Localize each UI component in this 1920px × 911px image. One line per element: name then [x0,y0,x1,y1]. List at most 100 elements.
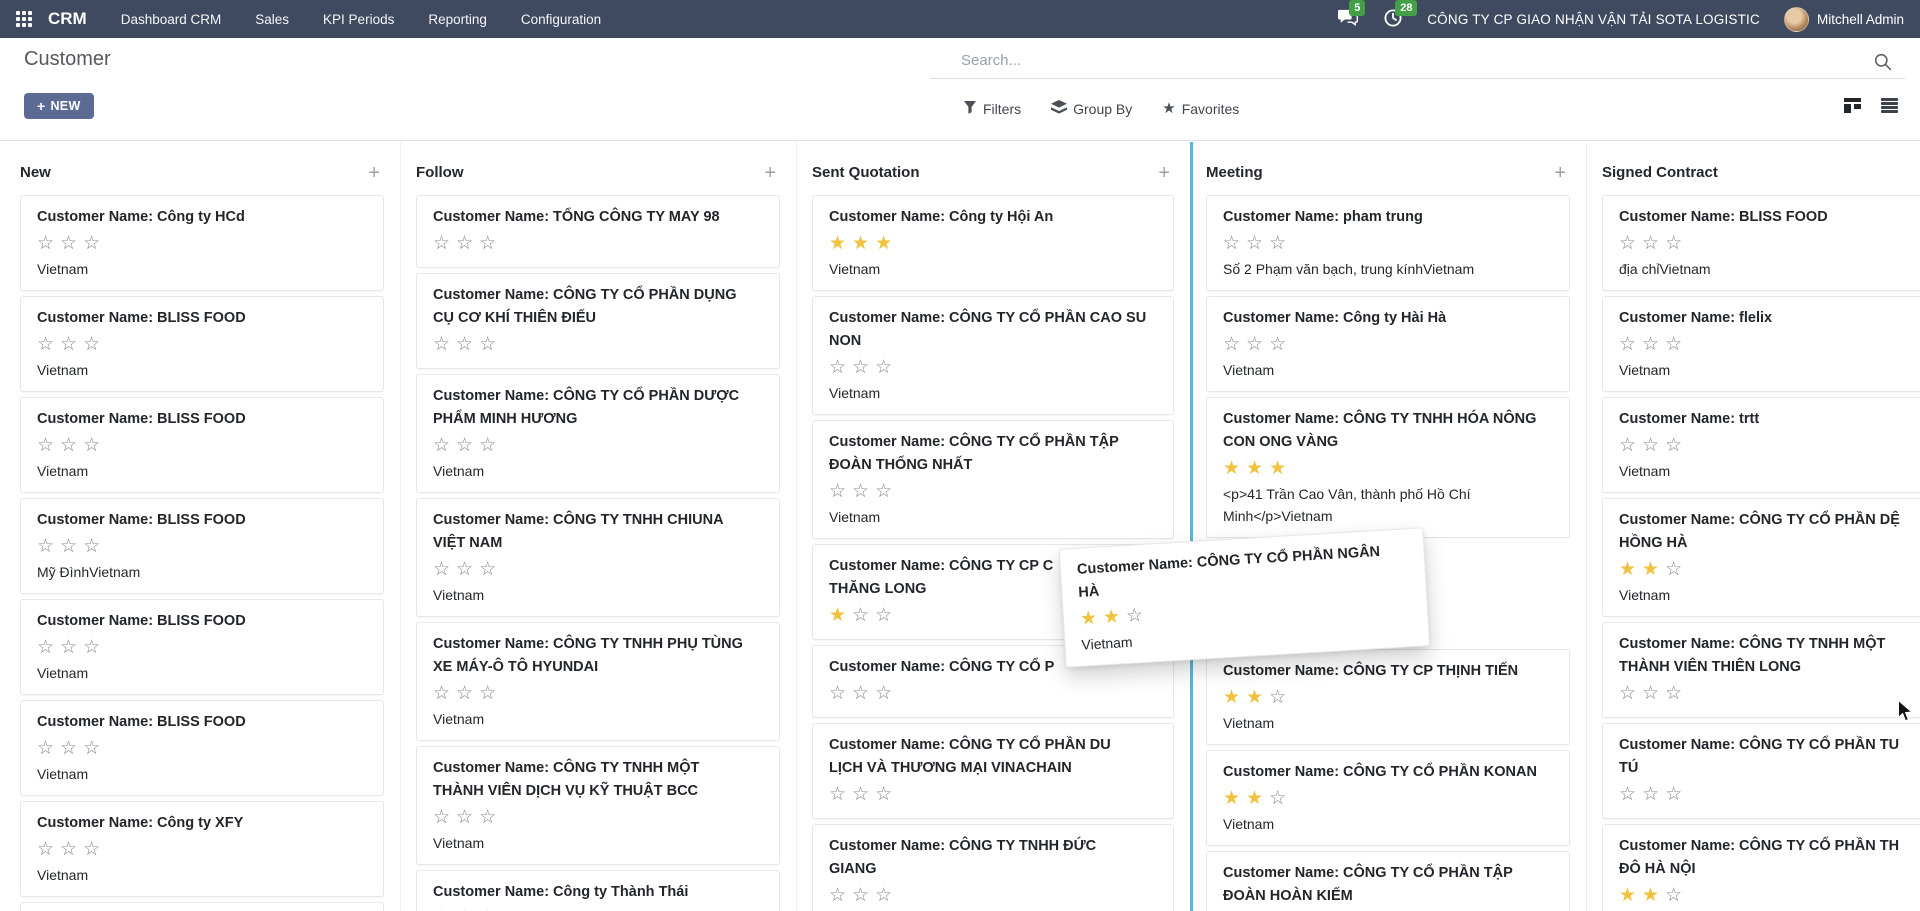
star-icon[interactable]: ☆ [60,838,77,862]
star-icon[interactable]: ☆ [83,535,100,559]
kanban-card[interactable]: Customer Name: CÔNG TY CỔ PHẦN TẬP ĐOÀN … [1206,851,1570,911]
kanban-card[interactable]: Customer Name: BLISS FOOD ☆☆☆ Vietnam [20,599,384,695]
star-icon[interactable]: ☆ [456,434,473,458]
star-icon[interactable]: ☆ [83,232,100,256]
star-icon[interactable]: ★ [1619,884,1636,908]
kanban-card[interactable]: Customer Name: BLISS FOOD ☆☆☆ địa chỉVie… [1602,195,1920,291]
column-add-button[interactable]: + [1154,165,1174,181]
group-by-button[interactable]: Group By [1051,100,1132,117]
star-icon[interactable]: ★ [1642,558,1659,582]
star-icon[interactable]: ☆ [433,434,450,458]
star-icon[interactable]: ★ [1223,686,1240,710]
star-icon[interactable]: ★ [829,232,846,256]
star-icon[interactable]: ☆ [1619,434,1636,458]
search-input[interactable] [930,44,1905,78]
star-icon[interactable]: ☆ [1642,682,1659,706]
star-icon[interactable]: ★ [852,232,869,256]
kanban-card[interactable]: Customer Name: CÔNG TY CỔ PHẦN TẬP ĐOÀN … [812,420,1174,539]
star-icon[interactable]: ☆ [1642,333,1659,357]
kanban-card[interactable]: Customer Name: BLISS FOOD ☆☆☆ Vietnam [20,700,384,796]
star-icon[interactable]: ☆ [479,232,496,256]
star-icon[interactable]: ☆ [829,884,846,908]
star-icon[interactable]: ☆ [433,558,450,582]
star-icon[interactable]: ☆ [852,783,869,807]
star-icon[interactable]: ☆ [1269,686,1286,710]
menu-item[interactable]: Reporting [428,12,487,27]
app-name[interactable]: CRM [48,9,87,29]
star-icon[interactable]: ☆ [875,884,892,908]
kanban-card[interactable]: Customer Name: trtt ☆☆☆ Vietnam [1602,397,1920,493]
star-icon[interactable]: ☆ [83,737,100,761]
activities-button[interactable]: 28 [1383,8,1403,31]
star-icon[interactable]: ☆ [37,333,54,357]
kanban-card[interactable]: Customer Name: CÔNG TY TNHH HÓA NÔNG CON… [1206,397,1570,538]
menu-item[interactable]: Sales [255,12,289,27]
star-icon[interactable]: ☆ [433,333,450,357]
star-icon[interactable]: ☆ [1665,884,1682,908]
star-icon[interactable]: ☆ [1269,232,1286,256]
kanban-card[interactable]: Customer Name: CÔNG TY TNHH CHIUNA VIỆT … [416,498,780,617]
star-icon[interactable]: ☆ [852,604,869,628]
star-icon[interactable]: ☆ [875,480,892,504]
star-icon[interactable]: ★ [1223,457,1240,481]
star-icon[interactable]: ☆ [1642,232,1659,256]
user-menu[interactable]: Mitchell Admin [1784,7,1904,32]
menu-item[interactable]: KPI Periods [323,12,394,27]
favorites-button[interactable]: ★ Favorites [1162,101,1239,117]
star-icon[interactable]: ☆ [37,535,54,559]
star-icon[interactable]: ☆ [1246,232,1263,256]
column-add-button[interactable]: + [364,165,384,181]
star-icon[interactable]: ☆ [1665,558,1682,582]
dragged-card[interactable]: Customer Name: CÔNG TY CỔ PHẦN NGÂN HÀ ★… [1059,527,1430,667]
star-icon[interactable]: ☆ [83,636,100,660]
star-icon[interactable]: ☆ [829,356,846,380]
kanban-card[interactable]: Customer Name: CÔNG TY CỔ PHẦN TU TÚ ☆☆☆ [1602,723,1920,819]
kanban-card[interactable]: Customer Name: CÔNG TY TNHH MỘT THÀNH VI… [416,746,780,865]
star-icon[interactable]: ☆ [1665,333,1682,357]
kanban-card[interactable]: Customer Name: Công ty Thành Thái ★☆☆ Vi… [416,870,780,911]
company-switcher[interactable]: CÔNG TY CP GIAO NHẬN VẬN TẢI SOTA LOGIST… [1427,12,1760,27]
star-icon[interactable]: ☆ [875,783,892,807]
star-icon[interactable]: ☆ [83,333,100,357]
kanban-card[interactable]: Customer Name: Công ty Hài Hà ☆☆☆ Vietna… [1206,296,1570,392]
star-icon[interactable]: ☆ [1642,783,1659,807]
messages-button[interactable]: 5 [1337,8,1359,31]
kanban-card[interactable]: Customer Name: BLISS FOOD ☆☆☆ Vietnam [20,296,384,392]
star-icon[interactable]: ★ [433,907,450,911]
star-icon[interactable]: ★ [1246,787,1263,811]
star-icon[interactable]: ☆ [1665,434,1682,458]
star-icon[interactable]: ☆ [37,434,54,458]
star-icon[interactable]: ☆ [1642,434,1659,458]
star-icon[interactable]: ☆ [456,558,473,582]
star-icon[interactable]: ☆ [875,356,892,380]
kanban-card[interactable]: Customer Name: CÔNG TY TNHH ĐỨC GIANG ☆☆… [812,824,1174,911]
star-icon[interactable]: ☆ [37,636,54,660]
kanban-view-icon[interactable] [1844,98,1861,113]
kanban-card[interactable]: Customer Name: pham trung ☆☆☆ Số 2 Phạm … [1206,195,1570,291]
star-icon[interactable]: ☆ [1665,682,1682,706]
apps-grid-icon[interactable] [16,11,32,27]
star-icon[interactable]: ★ [1102,605,1120,630]
search-icon[interactable] [1873,52,1893,77]
star-icon[interactable]: ☆ [479,806,496,830]
star-icon[interactable]: ☆ [433,806,450,830]
star-icon[interactable]: ☆ [456,333,473,357]
filters-button[interactable]: Filters [963,100,1021,117]
star-icon[interactable]: ☆ [60,232,77,256]
star-icon[interactable]: ★ [1079,607,1097,632]
kanban-card[interactable]: Customer Name: CÔNG TY CỔ PHẦN DỤNG CỤ C… [416,273,780,369]
menu-item[interactable]: Dashboard CRM [121,12,222,27]
kanban-card[interactable]: Customer Name: CÔNG TY TNHH MỘT THÀNH VI… [1602,622,1920,718]
star-icon[interactable]: ☆ [479,558,496,582]
star-icon[interactable]: ☆ [60,737,77,761]
star-icon[interactable]: ☆ [37,232,54,256]
star-icon[interactable]: ☆ [852,682,869,706]
kanban-card[interactable]: Customer Name: BLISS FOOD ☆☆☆ Mỹ ĐìnhVie… [20,498,384,594]
star-icon[interactable]: ☆ [60,535,77,559]
star-icon[interactable]: ☆ [60,434,77,458]
star-icon[interactable]: ★ [1619,558,1636,582]
star-icon[interactable]: ☆ [1619,783,1636,807]
column-add-button[interactable]: + [760,165,780,181]
kanban-card[interactable]: Customer Name: Công ty HCd ☆☆☆ Vietnam [20,195,384,291]
star-icon[interactable]: ☆ [479,907,496,911]
